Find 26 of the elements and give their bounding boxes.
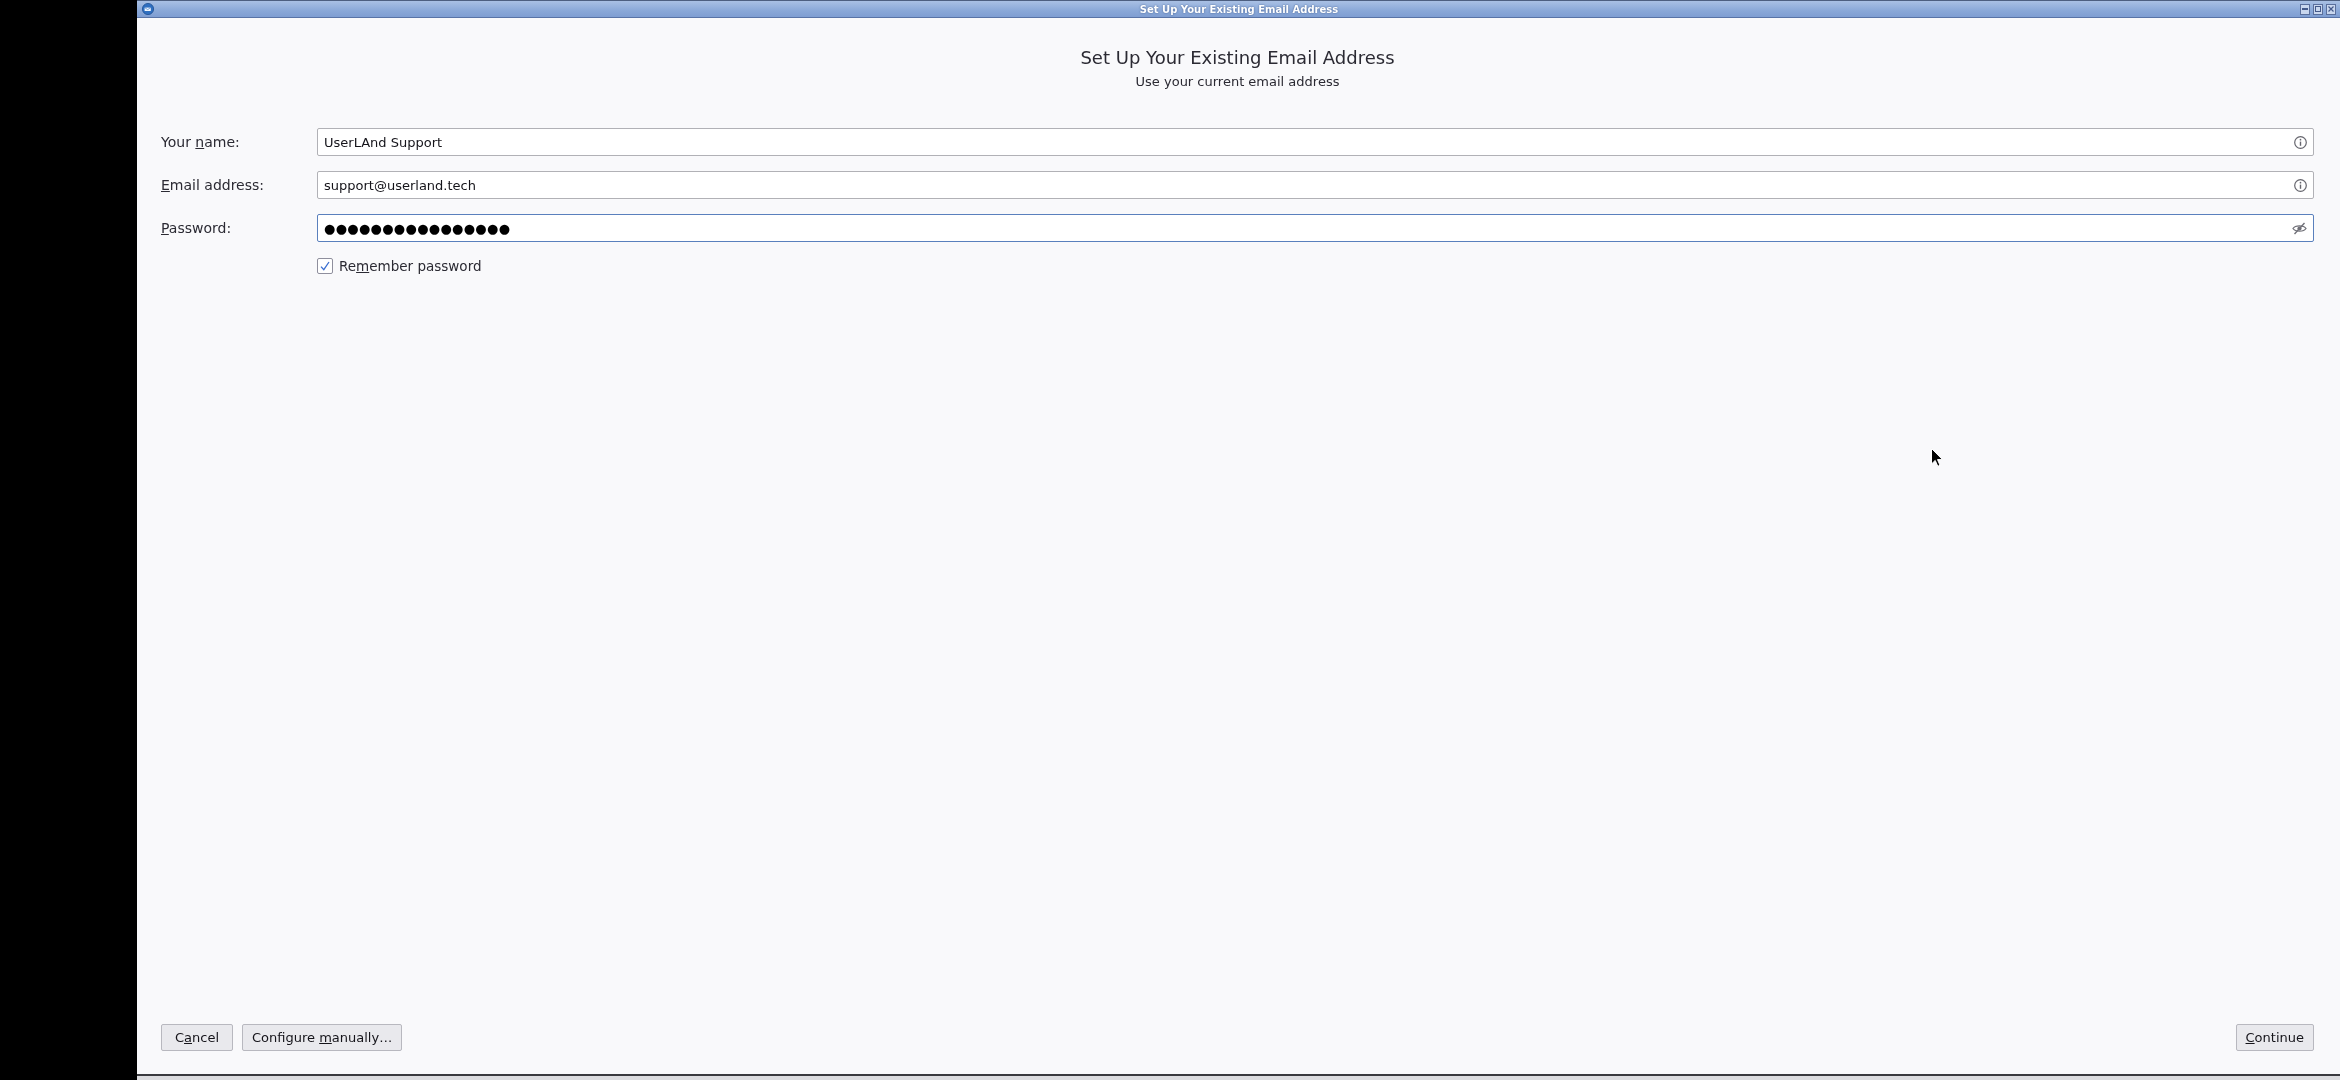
name-label: Your name: [161,134,240,150]
remember-password-label[interactable]: Remember password [339,258,482,274]
minimize-button[interactable] [2300,3,2310,15]
window-title: Set Up Your Existing Email Address [1139,3,1339,15]
cancel-button[interactable]: Cancel [161,1024,233,1051]
maximize-button[interactable] [2313,3,2323,15]
maximize-icon [2315,6,2321,12]
remember-password-checkbox[interactable] [317,258,333,274]
page-heading: Set Up Your Existing Email Address [1080,47,1395,68]
checkmark-icon [320,261,330,271]
minimize-icon [2302,8,2308,10]
email-label: Email address: [161,177,265,193]
page-subtitle: Use your current email address [1135,74,1340,90]
configure-manually-button[interactable]: Configure manually… [242,1024,403,1051]
continue-button[interactable]: Continue [2235,1024,2314,1051]
info-icon[interactable] [2294,135,2307,149]
name-field[interactable]: UserLAnd Support [317,128,2314,156]
eye-slash-icon[interactable] [2292,221,2307,235]
password-label: Password: [161,220,232,236]
info-icon[interactable] [2294,178,2307,192]
email-field[interactable]: support@userland.tech [317,171,2314,199]
close-icon [2328,6,2334,12]
close-button[interactable] [2326,3,2336,15]
app-icon[interactable] [142,3,154,15]
mouse-pointer-icon [1931,448,1943,467]
password-field[interactable]: ●●●●●●●●●●●●●●●● [317,214,2314,242]
